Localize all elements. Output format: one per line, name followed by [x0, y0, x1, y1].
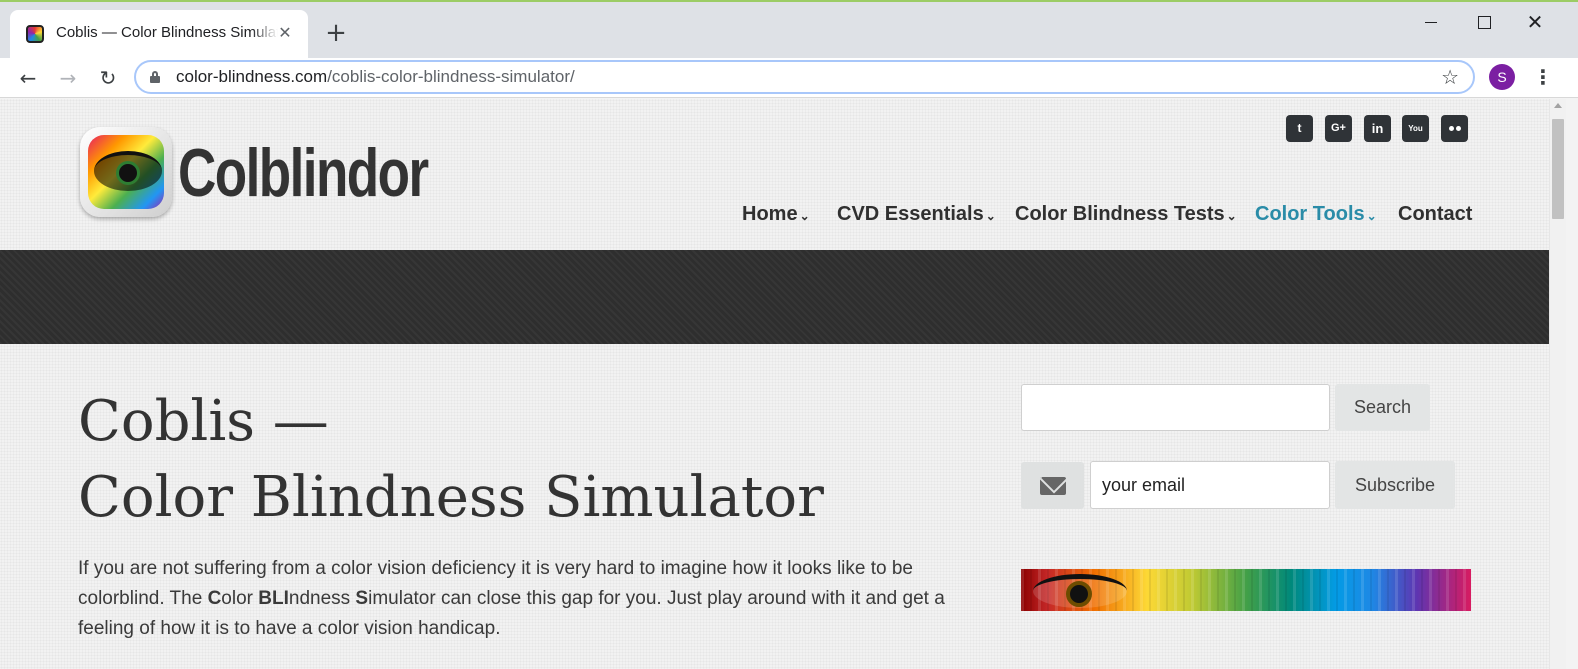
- mail-icon: [1021, 462, 1084, 509]
- menu-dots-icon[interactable]: ⋮: [1533, 62, 1553, 92]
- search-button[interactable]: Search: [1335, 384, 1430, 431]
- url-text[interactable]: color-blindness.com/coblis-color-blindne…: [176, 67, 575, 87]
- close-window-button[interactable]: ✕: [1512, 10, 1558, 36]
- intro-bold-bli: BLI: [258, 588, 289, 609]
- site-logo-icon[interactable]: [80, 127, 172, 217]
- browser-tab-strip: Coblis — Color Blindness Simulator ✕ + ✕: [0, 0, 1578, 60]
- nav-cvd-essentials[interactable]: CVD Essentials ⌄: [837, 203, 996, 231]
- page-title: Coblis — Color Blindness Simulator: [78, 384, 958, 536]
- url-path: /coblis-color-blindness-simulator/: [327, 67, 575, 86]
- intro-paragraph: If you are not suffering from a color vi…: [78, 554, 968, 644]
- back-arrow-icon[interactable]: ←: [14, 64, 42, 92]
- site-logo-text[interactable]: Colblindor: [178, 129, 429, 217]
- lock-icon[interactable]: [150, 71, 160, 83]
- nav-contact[interactable]: Contact: [1398, 203, 1472, 231]
- nav-home-label: Home: [742, 203, 798, 225]
- profile-avatar[interactable]: S: [1489, 64, 1515, 90]
- subscribe-button[interactable]: Subscribe: [1335, 461, 1455, 509]
- intro-text: ndness: [288, 588, 356, 609]
- intro-bold-s: S: [355, 588, 369, 609]
- chevron-down-icon: ⌄: [1226, 209, 1237, 223]
- tab-close-icon[interactable]: ✕: [274, 22, 296, 44]
- scrollbar-thumb[interactable]: [1552, 119, 1564, 219]
- nav-color-blindness-tests[interactable]: Color Blindness Tests ⌄: [1015, 203, 1237, 231]
- address-bar[interactable]: color-blindness.com/coblis-color-blindne…: [134, 60, 1475, 94]
- twitter-icon[interactable]: t: [1286, 115, 1313, 142]
- email-field[interactable]: your email: [1090, 461, 1330, 509]
- chevron-down-icon: ⌄: [985, 209, 996, 223]
- nav-tests-label: Color Blindness Tests: [1015, 203, 1225, 225]
- linkedin-icon[interactable]: in: [1364, 115, 1391, 142]
- tab-title: Coblis — Color Blindness Simulator: [56, 24, 278, 41]
- youtube-icon[interactable]: You: [1402, 115, 1429, 142]
- scroll-up-arrow-icon[interactable]: [1554, 103, 1562, 108]
- web-page: Colblindor t G+ in You Home ⌄ CVD Essenti…: [0, 99, 1549, 669]
- site-favicon-icon: [26, 25, 44, 43]
- search-input[interactable]: [1021, 384, 1330, 431]
- reload-icon[interactable]: ↻: [94, 64, 122, 92]
- nav-contact-label: Contact: [1398, 203, 1473, 225]
- new-tab-button[interactable]: +: [322, 20, 350, 48]
- eye-icon: [1033, 574, 1127, 608]
- intro-text: olor: [221, 588, 259, 609]
- flickr-icon[interactable]: [1441, 115, 1468, 142]
- page-title-line1: Coblis —: [78, 389, 329, 454]
- page-title-line2: Color Blindness Simulator: [78, 465, 824, 530]
- nav-color-tools[interactable]: Color Tools ⌄: [1255, 203, 1377, 231]
- browser-tab[interactable]: Coblis — Color Blindness Simulator ✕: [10, 10, 308, 60]
- forward-arrow-icon[interactable]: →: [54, 64, 82, 92]
- header-banner: [0, 250, 1549, 344]
- nav-tools-label: Color Tools: [1255, 203, 1365, 225]
- chevron-down-icon: ⌄: [1366, 209, 1377, 223]
- bookmark-star-icon[interactable]: ☆: [1441, 65, 1459, 89]
- intro-bold-c: C: [207, 588, 222, 609]
- url-host: color-blindness.com: [176, 67, 328, 86]
- browser-toolbar: ← → ↻ color-blindness.com/coblis-color-b…: [0, 58, 1578, 98]
- page-scrollbar[interactable]: [1549, 99, 1566, 669]
- google-plus-icon[interactable]: G+: [1325, 115, 1352, 142]
- chevron-down-icon: ⌄: [799, 209, 810, 223]
- rainbow-eye-banner[interactable]: [1021, 569, 1471, 611]
- maximize-window-button[interactable]: [1460, 10, 1506, 36]
- nav-home[interactable]: Home ⌄: [742, 203, 810, 231]
- minimize-window-button[interactable]: [1408, 10, 1454, 36]
- nav-cvd-label: CVD Essentials: [837, 203, 984, 225]
